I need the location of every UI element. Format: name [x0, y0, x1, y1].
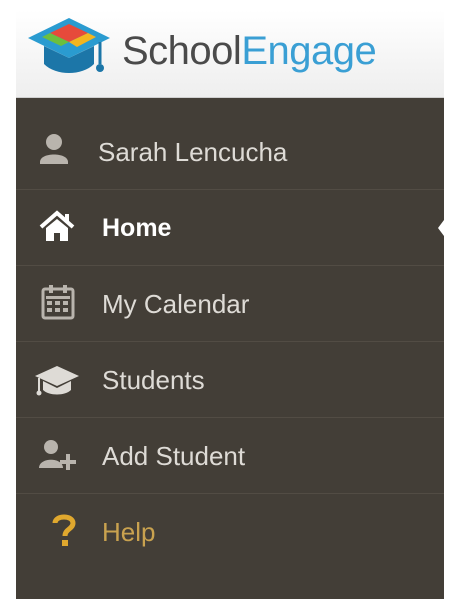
- calendar-icon: [41, 285, 75, 320]
- home-icon: [39, 210, 75, 241]
- sidebar-item-add-student[interactable]: Add Student: [16, 418, 444, 494]
- sidebar-item-user[interactable]: Sarah Lencucha: [16, 114, 444, 190]
- sidebar-item-label: Students: [102, 365, 205, 395]
- active-item-pointer: [438, 220, 444, 236]
- graduation-cap-icon: [35, 366, 79, 396]
- sidebar-item-label: Home: [102, 214, 172, 242]
- sidebar-item-my-calendar[interactable]: My Calendar: [16, 266, 444, 342]
- user-icon: [40, 134, 68, 164]
- sidebar-item-label: Add Student: [102, 441, 246, 471]
- brand-header[interactable]: SchoolEngage: [16, 10, 444, 98]
- sidebar-item-home[interactable]: Home: [16, 190, 444, 266]
- sidebar-item-label: Sarah Lencucha: [98, 137, 288, 167]
- brand-name-school: School: [122, 29, 242, 73]
- sidebar-item-students[interactable]: Students: [16, 342, 444, 418]
- brand-name: SchoolEngage: [122, 26, 377, 76]
- sidebar-menu: Sarah Lencucha Home My Calendar Students…: [16, 98, 444, 599]
- sidebar-item-label: My Calendar: [102, 289, 250, 319]
- add-user-icon: [39, 440, 76, 470]
- app-frame: SchoolEngage Sarah Lencucha Home My Cale…: [16, 10, 444, 599]
- sidebar-item-label: Help: [102, 517, 156, 547]
- sidebar-item-help[interactable]: Help: [16, 494, 444, 570]
- question-icon: [52, 514, 76, 546]
- brand-name-engage: Engage: [241, 29, 377, 73]
- graduation-cap-logo-icon: [28, 18, 110, 73]
